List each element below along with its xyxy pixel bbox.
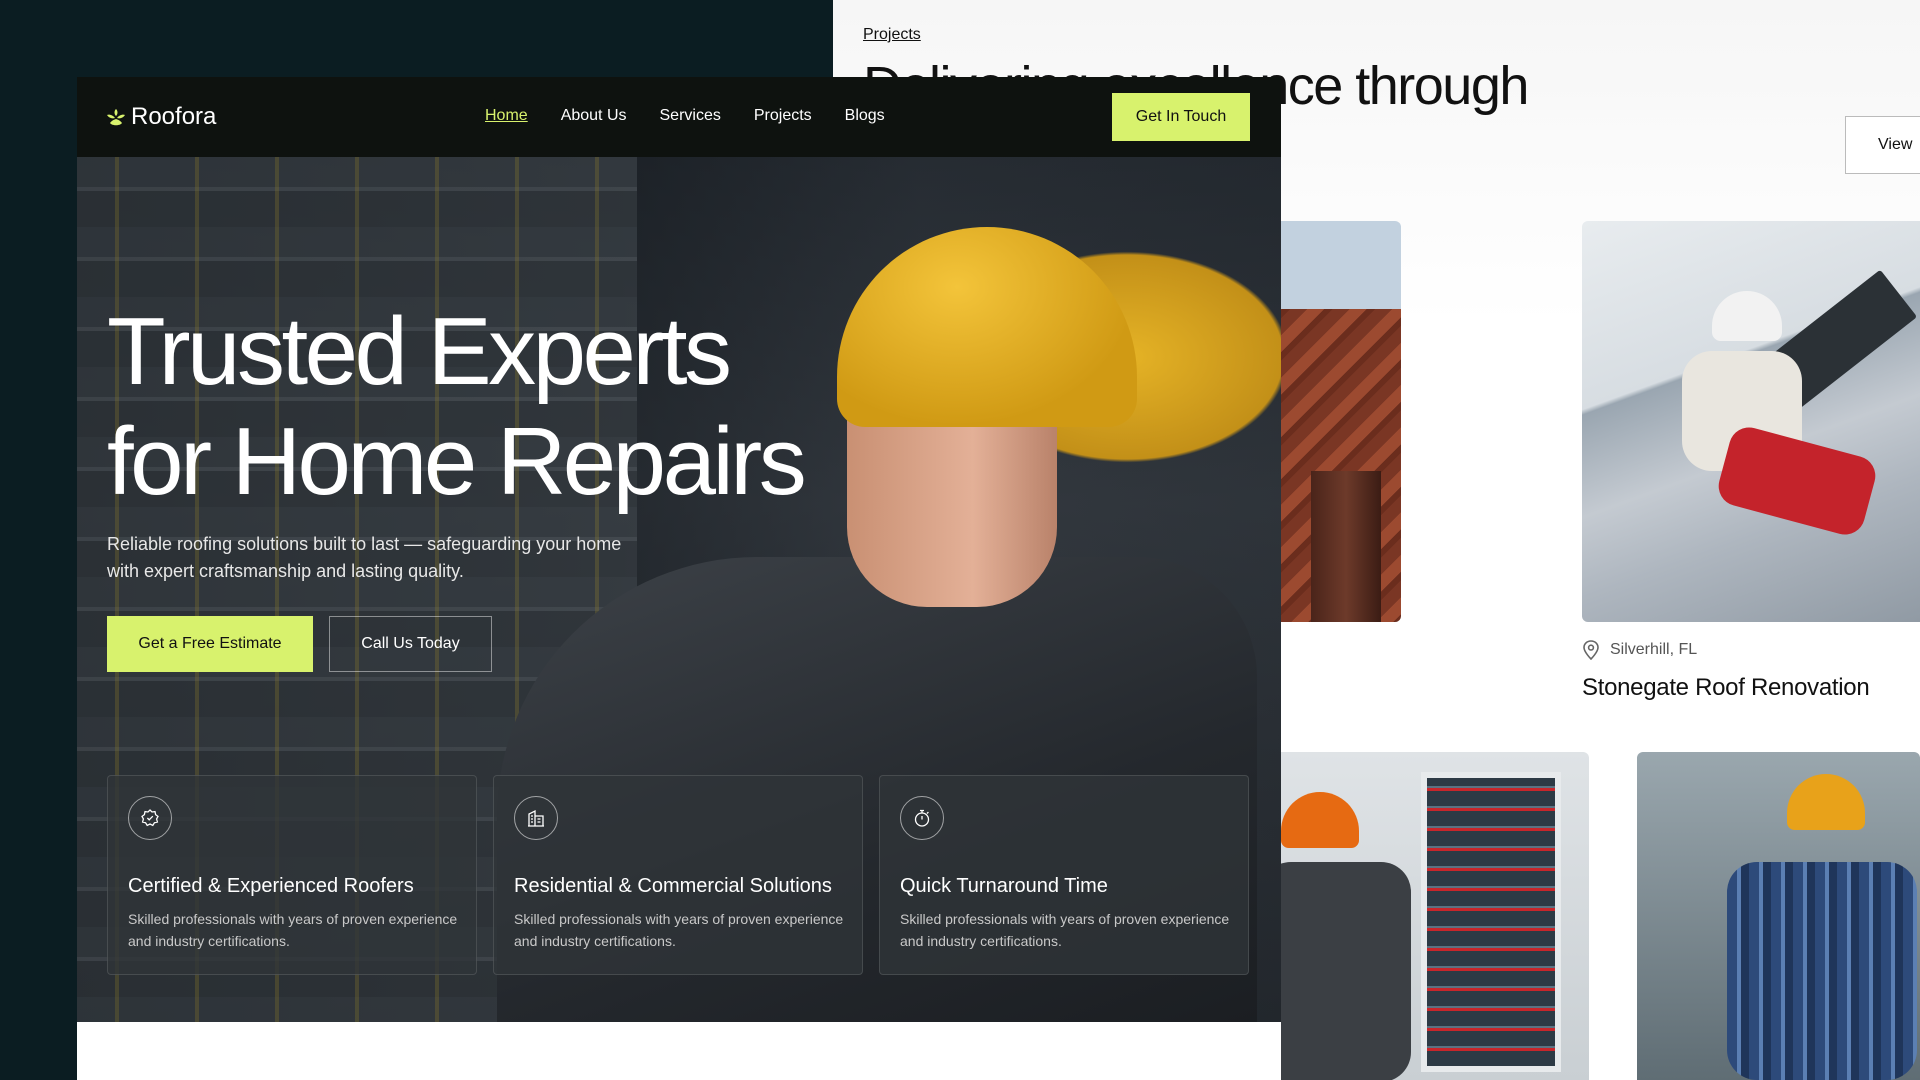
get-in-touch-button[interactable]: Get In Touch [1112, 93, 1250, 141]
feature-title: Certified & Experienced Roofers [128, 875, 414, 897]
stopwatch-icon [900, 796, 944, 840]
electrical-cabinet-shape [1421, 772, 1561, 1072]
project-title[interactable]: Stonegate Roof Renovation [1582, 674, 1870, 702]
next-section-strip [77, 1022, 1281, 1080]
project-location: Silverhill, FL [1582, 640, 1697, 660]
badge-icon [128, 796, 172, 840]
feature-description: Skilled professionals with years of prov… [514, 911, 844, 949]
hero-title: Trusted Experts for Home Repairs [107, 297, 867, 517]
leaf-logo-icon [107, 109, 125, 126]
electrician-wiring-image[interactable] [1637, 752, 1920, 1080]
hero-title-line1: Trusted Experts [107, 298, 732, 405]
electrician-panel-image[interactable] [1251, 752, 1589, 1080]
nav-link-services[interactable]: Services [660, 107, 721, 125]
hero-subtitle: Reliable roofing solutions built to last… [107, 534, 622, 581]
worker-body-shape [1261, 862, 1411, 1080]
feature-title: Residential & Commercial Solutions [514, 875, 832, 897]
hero-section: Trusted Experts for Home Repairs Reliabl… [77, 157, 1281, 1022]
nav-link-home[interactable]: Home [485, 107, 528, 125]
feature-cards: Certified & Experienced Roofers Skilled … [107, 775, 1249, 975]
solar-installation-image[interactable] [1582, 221, 1920, 622]
feature-description: Skilled professionals with years of prov… [128, 911, 458, 949]
nav-link-blogs[interactable]: Blogs [845, 107, 885, 125]
logo-text: Roofora [131, 103, 217, 130]
feature-card: Quick Turnaround Time Skilled profession… [879, 775, 1249, 975]
call-us-button[interactable]: Call Us Today [329, 616, 492, 672]
view-all-button[interactable]: View [1845, 116, 1920, 174]
hero-title-line2: for Home Repairs [107, 408, 807, 515]
feature-description: Skilled professionals with years of prov… [900, 911, 1230, 949]
project-location-text: Silverhill, FL [1610, 641, 1698, 658]
free-estimate-button[interactable]: Get a Free Estimate [107, 616, 313, 672]
building-icon [514, 796, 558, 840]
logo[interactable]: Roofora [105, 103, 216, 131]
feature-card: Certified & Experienced Roofers Skilled … [107, 775, 477, 975]
roofora-homepage: Roofora Home About Us Services Projects … [77, 77, 1281, 1080]
nav-link-about-us[interactable]: About Us [561, 107, 627, 125]
worker-helmet-shape [1281, 792, 1359, 848]
feature-card: Residential & Commercial Solutions Skill… [493, 775, 863, 975]
worker-helmet-shape [1787, 774, 1865, 830]
nav-links: Home About Us Services Projects Blogs [485, 107, 885, 125]
worker-figure [1662, 291, 1880, 541]
breadcrumb-projects[interactable]: Projects [863, 26, 921, 44]
nav-link-projects[interactable]: Projects [754, 107, 812, 125]
feature-title: Quick Turnaround Time [900, 875, 1108, 897]
location-pin-icon [1583, 640, 1599, 660]
worker-body-shape [1727, 862, 1917, 1080]
top-navbar: Roofora Home About Us Services Projects … [77, 77, 1281, 157]
